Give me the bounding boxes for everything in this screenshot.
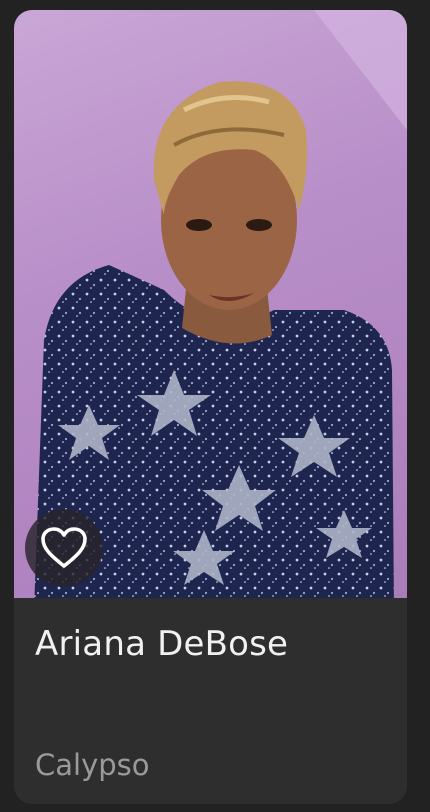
celebrity-name[interactable]: Ariana DeBose: [35, 624, 288, 664]
portrait-photo: [14, 10, 407, 598]
celebrity-card[interactable]: Ariana DeBose Calypso: [14, 10, 407, 804]
favorite-button[interactable]: [25, 509, 103, 587]
heart-outline-icon: [41, 527, 87, 568]
role-subtitle: Calypso: [35, 748, 150, 782]
